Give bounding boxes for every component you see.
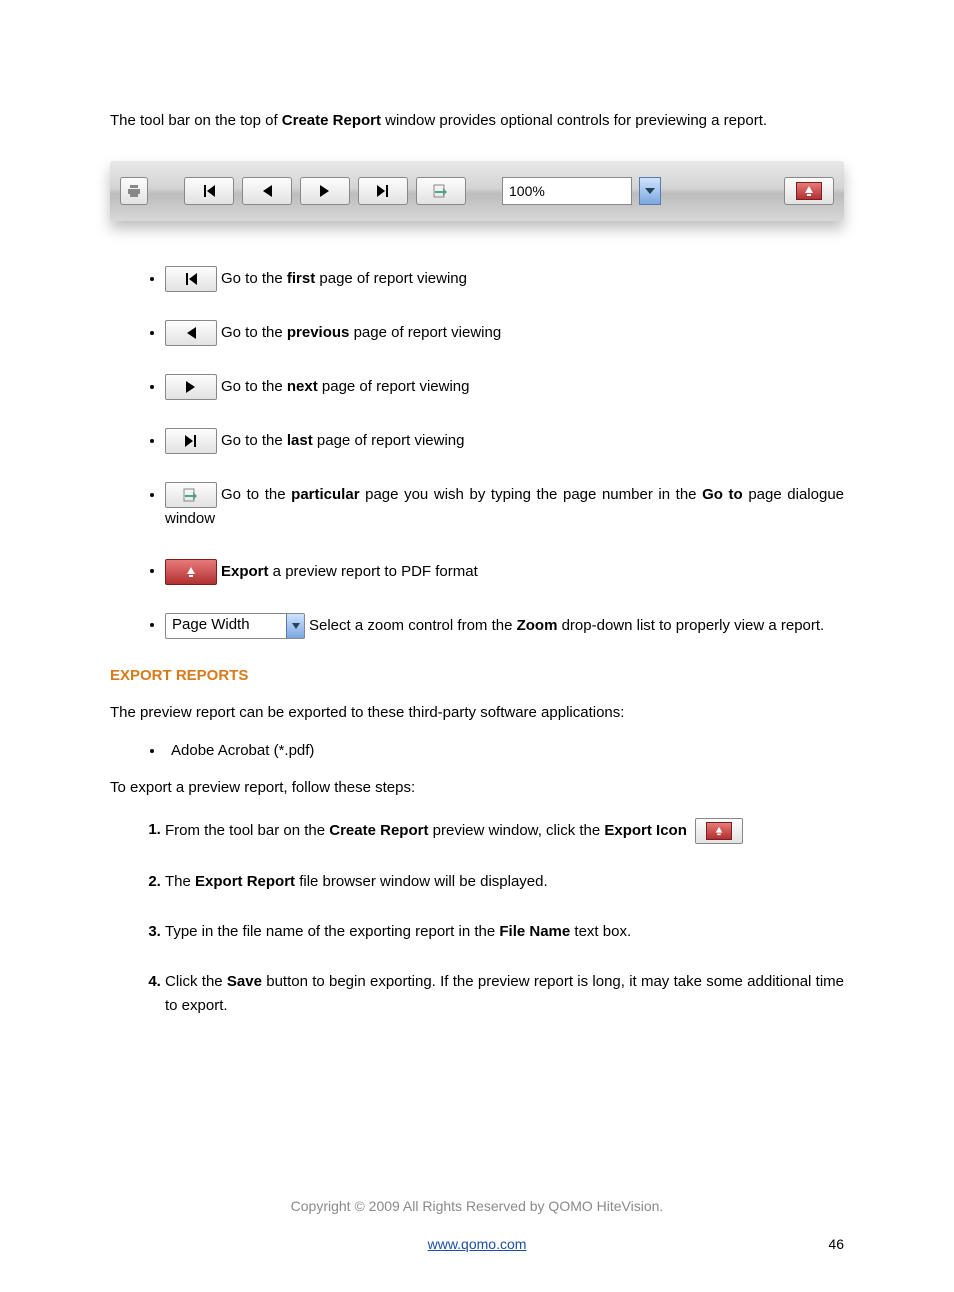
print-button[interactable]: [120, 177, 148, 205]
next-page-icon: [318, 184, 332, 198]
export-p1: The preview report can be exported to th…: [110, 702, 844, 725]
export-steps: From the tool bar on the Create Report p…: [110, 818, 844, 1018]
export-icon-inline: [695, 818, 743, 844]
prev-page-button[interactable]: [242, 177, 292, 205]
first-page-button[interactable]: [184, 177, 234, 205]
list-item: Go to the next page of report viewing: [165, 374, 844, 400]
first-page-icon-inline: [165, 266, 217, 292]
chevron-down-icon: [645, 187, 655, 195]
list-item: Export a preview report to PDF format: [165, 559, 844, 585]
export-format-list: Adobe Acrobat (*.pdf): [110, 742, 844, 759]
zoom-dropdown-inline: Page Width: [165, 613, 305, 639]
toolbar-descriptions: Go to the first page of report viewing G…: [110, 266, 844, 639]
prev-page-icon-inline: [165, 320, 217, 346]
step-2: The Export Report file browser window wi…: [165, 870, 844, 894]
zoom-value: 100%: [509, 183, 545, 199]
report-toolbar: 100%: [110, 161, 844, 221]
next-page-icon-inline: [165, 374, 217, 400]
list-item: Go to the last page of report viewing: [165, 428, 844, 454]
zoom-dropdown-button[interactable]: [639, 177, 661, 205]
print-icon: [126, 183, 142, 199]
next-page-button[interactable]: [300, 177, 350, 205]
export-p2: To export a preview report, follow these…: [110, 777, 844, 800]
prev-page-icon: [260, 184, 274, 198]
export-pdf-button[interactable]: [784, 177, 834, 205]
intro-bold: Create Report: [282, 112, 381, 129]
goto-page-button[interactable]: [416, 177, 466, 205]
list-item: Go to the particular page you wish by ty…: [165, 482, 844, 531]
first-page-icon: [201, 184, 217, 198]
list-item: Adobe Acrobat (*.pdf): [165, 742, 844, 759]
step-4: Click the Save button to begin exporting…: [165, 970, 844, 1018]
website-link[interactable]: www.qomo.com: [428, 1236, 527, 1252]
page-footer: www.qomo.com 46: [110, 1236, 844, 1252]
last-page-icon-inline: [165, 428, 217, 454]
goto-page-icon-inline: [165, 482, 217, 508]
list-item: Go to the previous page of report viewin…: [165, 320, 844, 346]
export-pdf-icon-inline: [165, 559, 217, 585]
intro-post: window provides optional controls for pr…: [381, 112, 767, 129]
list-item: Go to the first page of report viewing: [165, 266, 844, 292]
step-3: Type in the file name of the exporting r…: [165, 920, 844, 944]
export-reports-heading: EXPORT REPORTS: [110, 667, 844, 684]
copyright-footer: Copyright © 2009 All Rights Reserved by …: [110, 1198, 844, 1214]
zoom-input[interactable]: 100%: [502, 177, 632, 205]
last-page-icon: [375, 184, 391, 198]
list-item: Page Width Select a zoom control from th…: [165, 613, 844, 639]
goto-page-icon: [433, 183, 449, 199]
intro-pre: The tool bar on the top of: [110, 112, 282, 129]
pdf-icon: [714, 826, 724, 836]
intro-paragraph: The tool bar on the top of Create Report…: [110, 110, 844, 131]
last-page-button[interactable]: [358, 177, 408, 205]
page-number: 46: [828, 1236, 844, 1252]
pdf-icon: [803, 185, 815, 197]
document-page: The tool bar on the top of Create Report…: [0, 0, 954, 1292]
step-1: From the tool bar on the Create Report p…: [165, 818, 844, 844]
